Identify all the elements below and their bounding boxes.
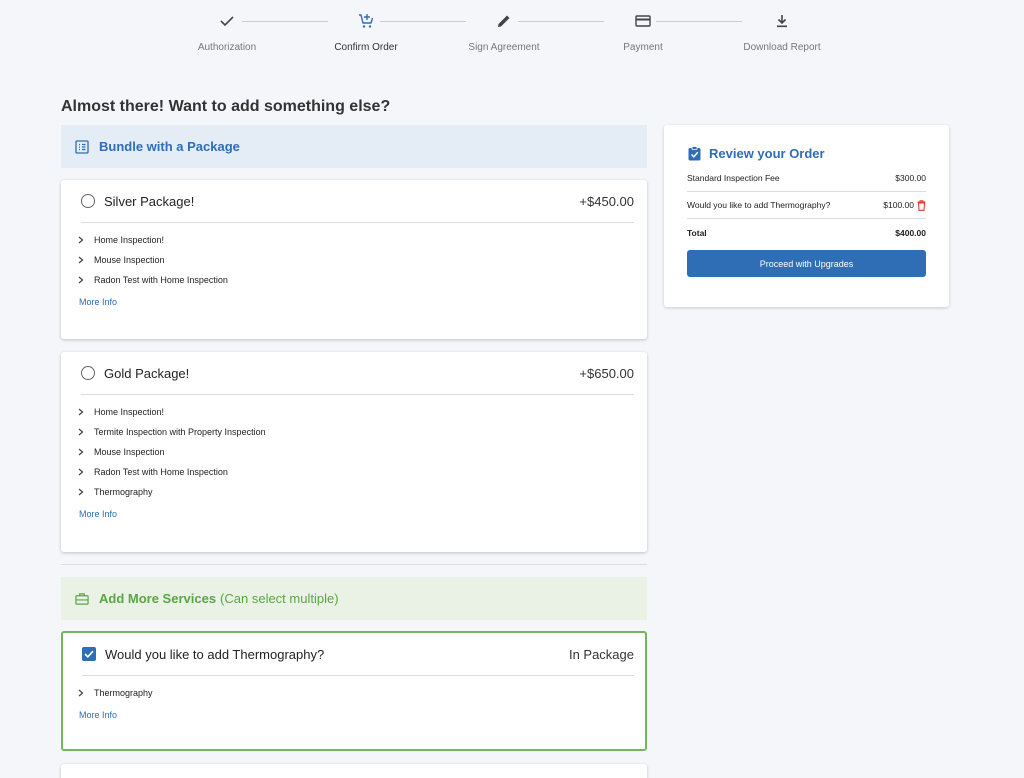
- review-total-row: Total $400.00: [687, 219, 926, 246]
- step-label: Download Report: [743, 42, 821, 53]
- line-item-amount: $100.00: [883, 200, 914, 210]
- package-price: +$450.00: [579, 193, 634, 209]
- review-title: Review your Order: [709, 146, 825, 161]
- step-download-report[interactable]: Download Report: [712, 10, 852, 53]
- clipboard-check-icon: [687, 146, 702, 161]
- list-item[interactable]: Radon Test with Home Inspection: [78, 270, 647, 290]
- total-label: Total: [687, 227, 707, 238]
- service-item-label: Thermography: [94, 688, 153, 698]
- bundle-section-header: Bundle with a Package: [61, 125, 647, 168]
- package-item-label: Thermography: [94, 487, 153, 497]
- briefcase-icon: [75, 592, 89, 606]
- step-label: Payment: [623, 42, 663, 53]
- chevron-right-icon: [78, 428, 88, 436]
- list-icon: [75, 139, 89, 154]
- progress-stepper: Authorization Confirm Order Sign Agreeme…: [160, 10, 850, 60]
- list-item[interactable]: Mouse Inspection: [78, 250, 647, 270]
- list-item[interactable]: Mouse Inspection: [78, 442, 647, 462]
- more-info-link[interactable]: More Info: [79, 297, 647, 307]
- step-sign-agreement[interactable]: Sign Agreement: [434, 10, 574, 53]
- bundle-section-title: Bundle with a Package: [99, 139, 240, 154]
- services-section-header: Add More Services (Can select multiple): [61, 577, 647, 620]
- review-line-item: Would you like to add Thermography? $100…: [687, 192, 926, 219]
- chevron-right-icon: [78, 689, 88, 697]
- package-item-label: Mouse Inspection: [94, 447, 165, 457]
- list-item[interactable]: Termite Inspection with Property Inspect…: [78, 422, 647, 442]
- line-item-amount: $300.00: [895, 173, 926, 183]
- chevron-right-icon: [78, 256, 88, 264]
- step-authorization[interactable]: Authorization: [157, 10, 297, 53]
- package-name: Silver Package!: [104, 193, 195, 209]
- chevron-right-icon: [78, 236, 88, 244]
- section-divider: [61, 564, 647, 565]
- package-radio[interactable]: [81, 366, 95, 380]
- list-item[interactable]: Thermography: [78, 683, 645, 703]
- step-confirm-order[interactable]: Confirm Order: [296, 10, 436, 53]
- service-card-next[interactable]: [61, 764, 647, 778]
- credit-card-icon: [632, 10, 654, 32]
- trash-icon[interactable]: [917, 199, 926, 211]
- services-section-title: Add More Services: [99, 591, 217, 606]
- package-radio[interactable]: [81, 194, 95, 208]
- check-icon: [84, 650, 94, 658]
- package-item-label: Home Inspection!: [94, 235, 165, 245]
- chevron-right-icon: [78, 408, 88, 416]
- total-amount: $400.00: [895, 227, 926, 238]
- list-item[interactable]: Radon Test with Home Inspection: [78, 462, 647, 482]
- package-price: +$650.00: [579, 365, 634, 381]
- chevron-right-icon: [78, 276, 88, 284]
- package-card-gold[interactable]: Gold Package! +$650.00 Home Inspection! …: [61, 352, 647, 552]
- proceed-with-upgrades-button[interactable]: Proceed with Upgrades: [687, 250, 926, 277]
- package-item-label: Radon Test with Home Inspection: [94, 275, 228, 285]
- chevron-right-icon: [78, 468, 88, 476]
- package-card-silver[interactable]: Silver Package! +$450.00 Home Inspection…: [61, 180, 647, 339]
- download-icon: [771, 10, 793, 32]
- service-card-thermography[interactable]: Would you like to add Thermography? In P…: [61, 631, 647, 751]
- more-info-link[interactable]: More Info: [79, 710, 645, 720]
- line-item-label: Would you like to add Thermography?: [687, 200, 831, 210]
- package-item-label: Termite Inspection with Property Inspect…: [94, 427, 266, 437]
- package-item-label: Mouse Inspection: [94, 255, 165, 265]
- package-item-label: Radon Test with Home Inspection: [94, 467, 228, 477]
- cart-add-icon: [355, 10, 377, 32]
- review-line-item: Standard Inspection Fee $300.00: [687, 165, 926, 192]
- page-title: Almost there! Want to add something else…: [61, 98, 391, 115]
- list-item[interactable]: Thermography: [78, 482, 647, 502]
- list-item[interactable]: Home Inspection!: [78, 402, 647, 422]
- package-name: Gold Package!: [104, 365, 190, 381]
- step-label: Authorization: [197, 42, 257, 53]
- step-payment[interactable]: Payment: [573, 10, 713, 53]
- services-section-subtitle: (Can select multiple): [220, 591, 339, 606]
- review-order-panel: Review your Order Standard Inspection Fe…: [664, 125, 949, 307]
- package-item-label: Home Inspection!: [94, 407, 165, 417]
- chevron-right-icon: [78, 448, 88, 456]
- list-item[interactable]: Home Inspection!: [78, 230, 647, 250]
- step-label: Sign Agreement: [468, 42, 540, 53]
- more-info-link[interactable]: More Info: [79, 509, 647, 519]
- service-checkbox[interactable]: [82, 647, 96, 661]
- service-name: Would you like to add Thermography?: [105, 646, 325, 662]
- chevron-right-icon: [78, 488, 88, 496]
- step-label: Confirm Order: [334, 42, 398, 53]
- line-item-label: Standard Inspection Fee: [687, 173, 780, 183]
- pencil-icon: [493, 10, 515, 32]
- service-status: In Package: [568, 646, 634, 662]
- check-icon: [216, 10, 238, 32]
